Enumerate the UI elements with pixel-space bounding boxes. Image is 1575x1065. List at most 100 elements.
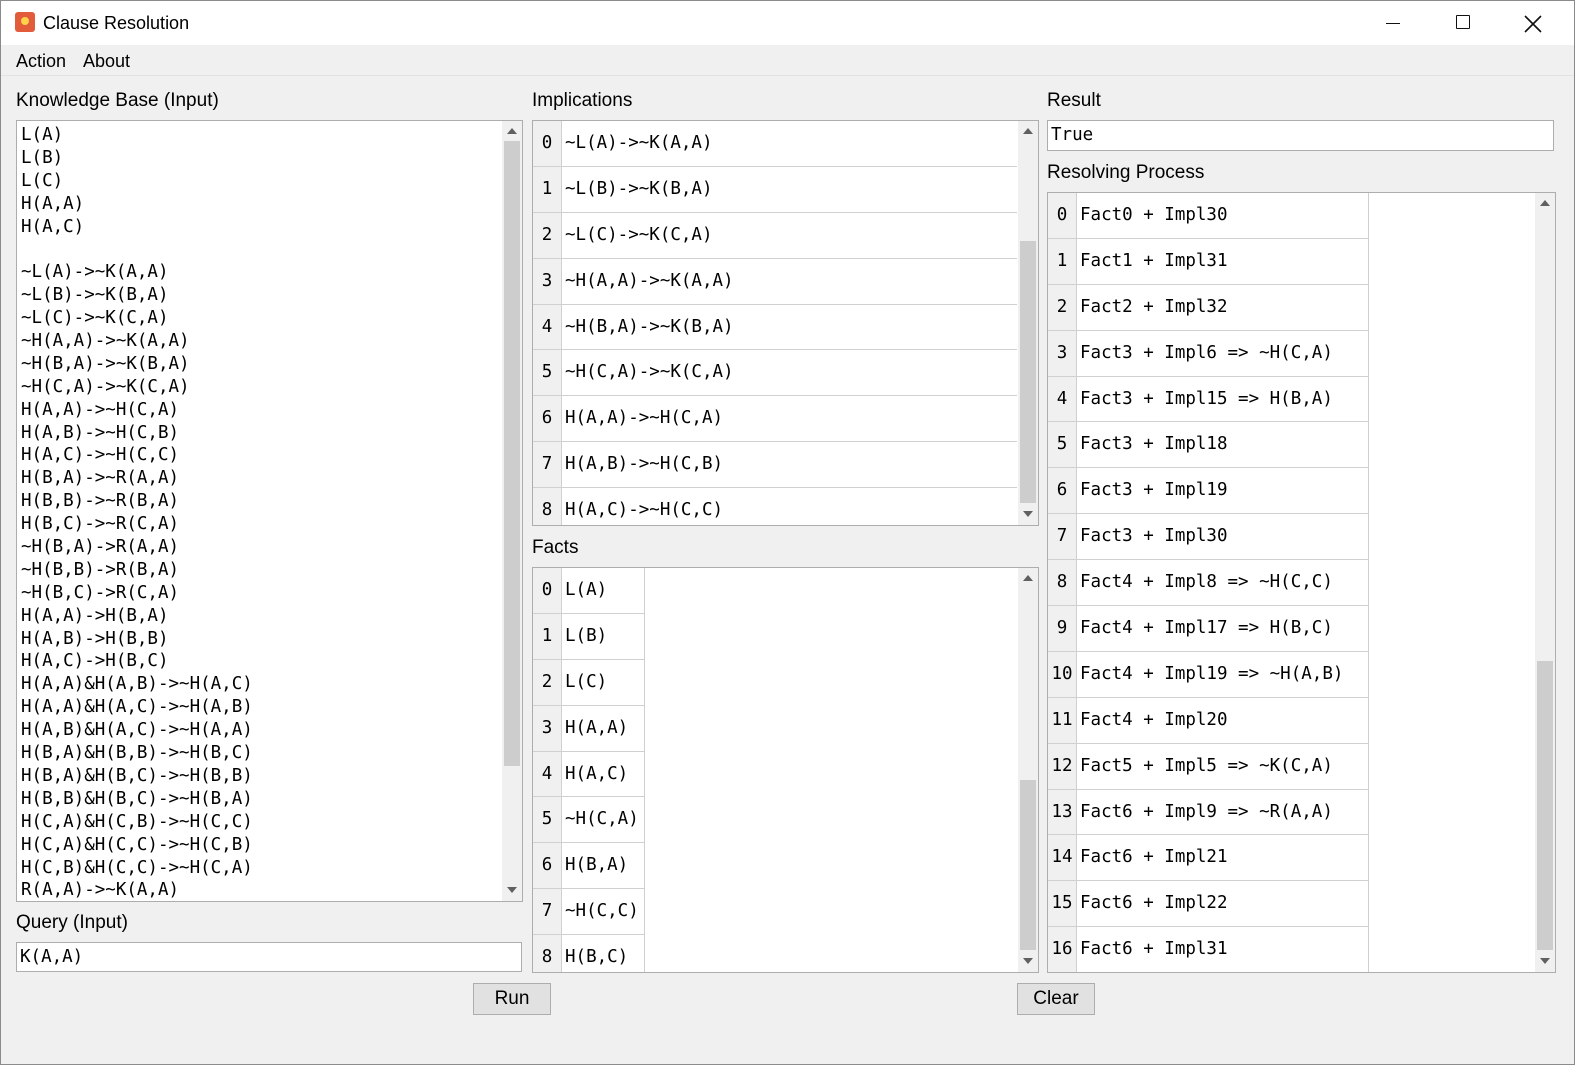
scroll-down-icon[interactable] xyxy=(502,881,522,901)
kb-line: H(B,A)&H(B,B)->~H(B,C) xyxy=(21,743,253,764)
resolving-row[interactable]: 10 Fact4 + Impl19 => ~H(A,B) xyxy=(1048,651,1368,698)
kb-line: ~H(A,A)->~K(A,A) xyxy=(21,331,190,352)
maximize-button[interactable] xyxy=(1429,1,1499,45)
row-value: Fact6 + Impl22 xyxy=(1080,893,1228,914)
facts-row[interactable]: 1 L(B) xyxy=(533,613,644,660)
scroll-thumb[interactable] xyxy=(1020,780,1036,950)
resolving-row[interactable]: 4 Fact3 + Impl15 => H(B,A) xyxy=(1048,376,1368,423)
implications-row[interactable]: 4 ~H(B,A)->~K(B,A) xyxy=(533,304,1017,351)
facts-row[interactable]: 5 ~H(C,A) xyxy=(533,797,644,844)
resolving-row[interactable]: 14 Fact6 + Impl21 xyxy=(1048,835,1368,882)
row-index: 10 xyxy=(1048,651,1077,697)
resolving-row[interactable]: 11 Fact4 + Impl20 xyxy=(1048,697,1368,744)
kb-line: H(B,A)&H(B,C)->~H(B,B) xyxy=(21,765,253,786)
resolving-row[interactable]: 8 Fact4 + Impl8 => ~H(C,C) xyxy=(1048,560,1368,607)
scroll-down-icon[interactable] xyxy=(1535,952,1555,972)
kb-line: H(A,A)->H(B,A) xyxy=(21,605,169,626)
run-button[interactable]: Run xyxy=(473,983,551,1015)
implications-row[interactable]: 0 ~L(A)->~K(A,A) xyxy=(533,121,1017,167)
kb-line: H(A,B)->H(B,B) xyxy=(21,628,169,649)
facts-label: Facts xyxy=(532,537,579,558)
row-value: Fact0 + Impl30 xyxy=(1080,205,1228,225)
facts-scrollbar[interactable] xyxy=(1018,568,1038,972)
facts-row[interactable]: 3 H(A,A) xyxy=(533,705,644,752)
row-value: Fact4 + Impl19 => ~H(A,B) xyxy=(1080,663,1344,684)
kb-line: H(A,C)->H(B,C) xyxy=(21,651,169,672)
row-index: 7 xyxy=(533,442,562,488)
resolving-row[interactable]: 3 Fact3 + Impl6 => ~H(C,A) xyxy=(1048,330,1368,377)
kb-label: Knowledge Base (Input) xyxy=(16,90,219,111)
resolving-row[interactable]: 0 Fact0 + Impl30 xyxy=(1048,193,1368,239)
kb-scrollbar[interactable] xyxy=(502,121,522,901)
kb-line: H(B,B)->~R(B,A) xyxy=(21,491,180,512)
facts-row[interactable]: 2 L(C) xyxy=(533,659,644,706)
implications-row[interactable]: 1 ~L(B)->~K(B,A) xyxy=(533,166,1017,213)
resolving-scrollbar[interactable] xyxy=(1535,193,1555,972)
scroll-thumb[interactable] xyxy=(1020,241,1036,503)
kb-textarea[interactable]: L(A) L(B) L(C) H(A,A) H(A,C) ~L(A)->~K(A,A) ~L… xyxy=(16,120,523,902)
row-value: H(A,A)->~H(C,A) xyxy=(565,408,724,429)
resolving-row[interactable]: 6 Fact3 + Impl19 xyxy=(1048,468,1368,515)
implications-row[interactable]: 7 H(A,B)->~H(C,B) xyxy=(533,442,1017,489)
close-button[interactable] xyxy=(1499,1,1569,45)
row-index: 2 xyxy=(1048,284,1077,330)
resolving-table[interactable]: 0 Fact0 + Impl30 1 Fact1 + Impl31 2 Fact2 + I… xyxy=(1047,192,1556,973)
facts-row[interactable]: 0 L(A) xyxy=(533,568,644,614)
row-index: 0 xyxy=(533,568,562,613)
row-value: Fact2 + Impl32 xyxy=(1080,296,1228,317)
kb-line: ~H(C,A)->~K(C,A) xyxy=(21,376,190,397)
implications-row[interactable]: 3 ~H(A,A)->~K(A,A) xyxy=(533,258,1017,305)
row-value: Fact4 + Impl20 xyxy=(1080,709,1228,730)
scroll-up-icon[interactable] xyxy=(1018,568,1038,588)
resolving-row[interactable]: 13 Fact6 + Impl9 => ~R(A,A) xyxy=(1048,789,1368,836)
resolving-row[interactable]: 5 Fact3 + Impl18 xyxy=(1048,422,1368,469)
row-index: 4 xyxy=(533,304,562,350)
row-index: 6 xyxy=(1048,468,1077,514)
menu-action[interactable]: Action xyxy=(16,51,66,72)
facts-table[interactable]: 0 L(A) 1 L(B) 2 L(C) 3 H(A,A) 4 H(A,C) 5 ~H(C,A) 6 H(… xyxy=(532,567,1039,973)
row-index: 3 xyxy=(1048,330,1077,376)
scroll-down-icon[interactable] xyxy=(1018,952,1038,972)
scroll-up-icon[interactable] xyxy=(1018,121,1038,141)
resolving-row[interactable]: 15 Fact6 + Impl22 xyxy=(1048,881,1368,928)
implications-scrollbar[interactable] xyxy=(1018,121,1038,525)
resolving-row[interactable]: 2 Fact2 + Impl32 xyxy=(1048,284,1368,331)
implications-row[interactable]: 8 H(A,C)->~H(C,C) xyxy=(533,488,1017,525)
resolving-row[interactable]: 9 Fact4 + Impl17 => H(B,C) xyxy=(1048,606,1368,652)
scroll-down-icon[interactable] xyxy=(1018,505,1038,525)
resolving-row[interactable]: 12 Fact5 + Impl5 => ~K(C,A) xyxy=(1048,743,1368,790)
row-value: H(B,A) xyxy=(565,855,629,876)
facts-row[interactable]: 6 H(B,A) xyxy=(533,843,644,890)
facts-row[interactable]: 4 H(A,C) xyxy=(533,751,644,798)
implications-row[interactable]: 6 H(A,A)->~H(C,A) xyxy=(533,396,1017,443)
facts-row[interactable]: 7 ~H(C,C) xyxy=(533,889,644,936)
minimize-button[interactable] xyxy=(1359,1,1429,45)
query-input[interactable]: K(A,A) xyxy=(16,942,522,972)
kb-line: H(A,B)&H(A,C)->~H(A,A) xyxy=(21,720,253,741)
facts-row[interactable]: 8 H(B,C) xyxy=(533,935,644,972)
kb-line: H(A,A)->~H(C,A) xyxy=(21,399,180,420)
resolving-row[interactable]: 16 Fact6 + Impl31 xyxy=(1048,927,1368,972)
row-value: L(A) xyxy=(565,580,608,600)
implications-row[interactable]: 5 ~H(C,A)->~K(C,A) xyxy=(533,350,1017,397)
scroll-up-icon[interactable] xyxy=(1535,193,1555,213)
scroll-thumb[interactable] xyxy=(1537,661,1553,950)
row-value: ~H(C,C) xyxy=(565,901,639,922)
row-value: H(A,C)->~H(C,C) xyxy=(565,500,724,521)
row-index: 15 xyxy=(1048,881,1077,927)
scroll-thumb[interactable] xyxy=(504,141,520,766)
implications-row[interactable]: 2 ~L(C)->~K(C,A) xyxy=(533,212,1017,259)
close-icon xyxy=(1524,15,1542,33)
resolving-row[interactable]: 1 Fact1 + Impl31 xyxy=(1048,238,1368,285)
row-value: L(B) xyxy=(565,625,608,646)
scroll-up-icon[interactable] xyxy=(502,121,522,141)
resolving-row[interactable]: 7 Fact3 + Impl30 xyxy=(1048,514,1368,561)
clear-button[interactable]: Clear xyxy=(1017,983,1095,1015)
kb-line: ~L(C)->~K(C,A) xyxy=(21,308,169,329)
menu-about[interactable]: About xyxy=(83,51,130,72)
row-value: Fact6 + Impl9 => ~R(A,A) xyxy=(1080,801,1333,822)
kb-line: H(B,C)->~R(C,A) xyxy=(21,514,180,535)
implications-table[interactable]: 0 ~L(A)->~K(A,A) 1 ~L(B)->~K(B,A) 2 ~L(C)->~K… xyxy=(532,120,1039,526)
row-value: Fact5 + Impl5 => ~K(C,A) xyxy=(1080,755,1333,776)
kb-line: H(C,A)&H(C,B)->~H(C,C) xyxy=(21,811,253,832)
